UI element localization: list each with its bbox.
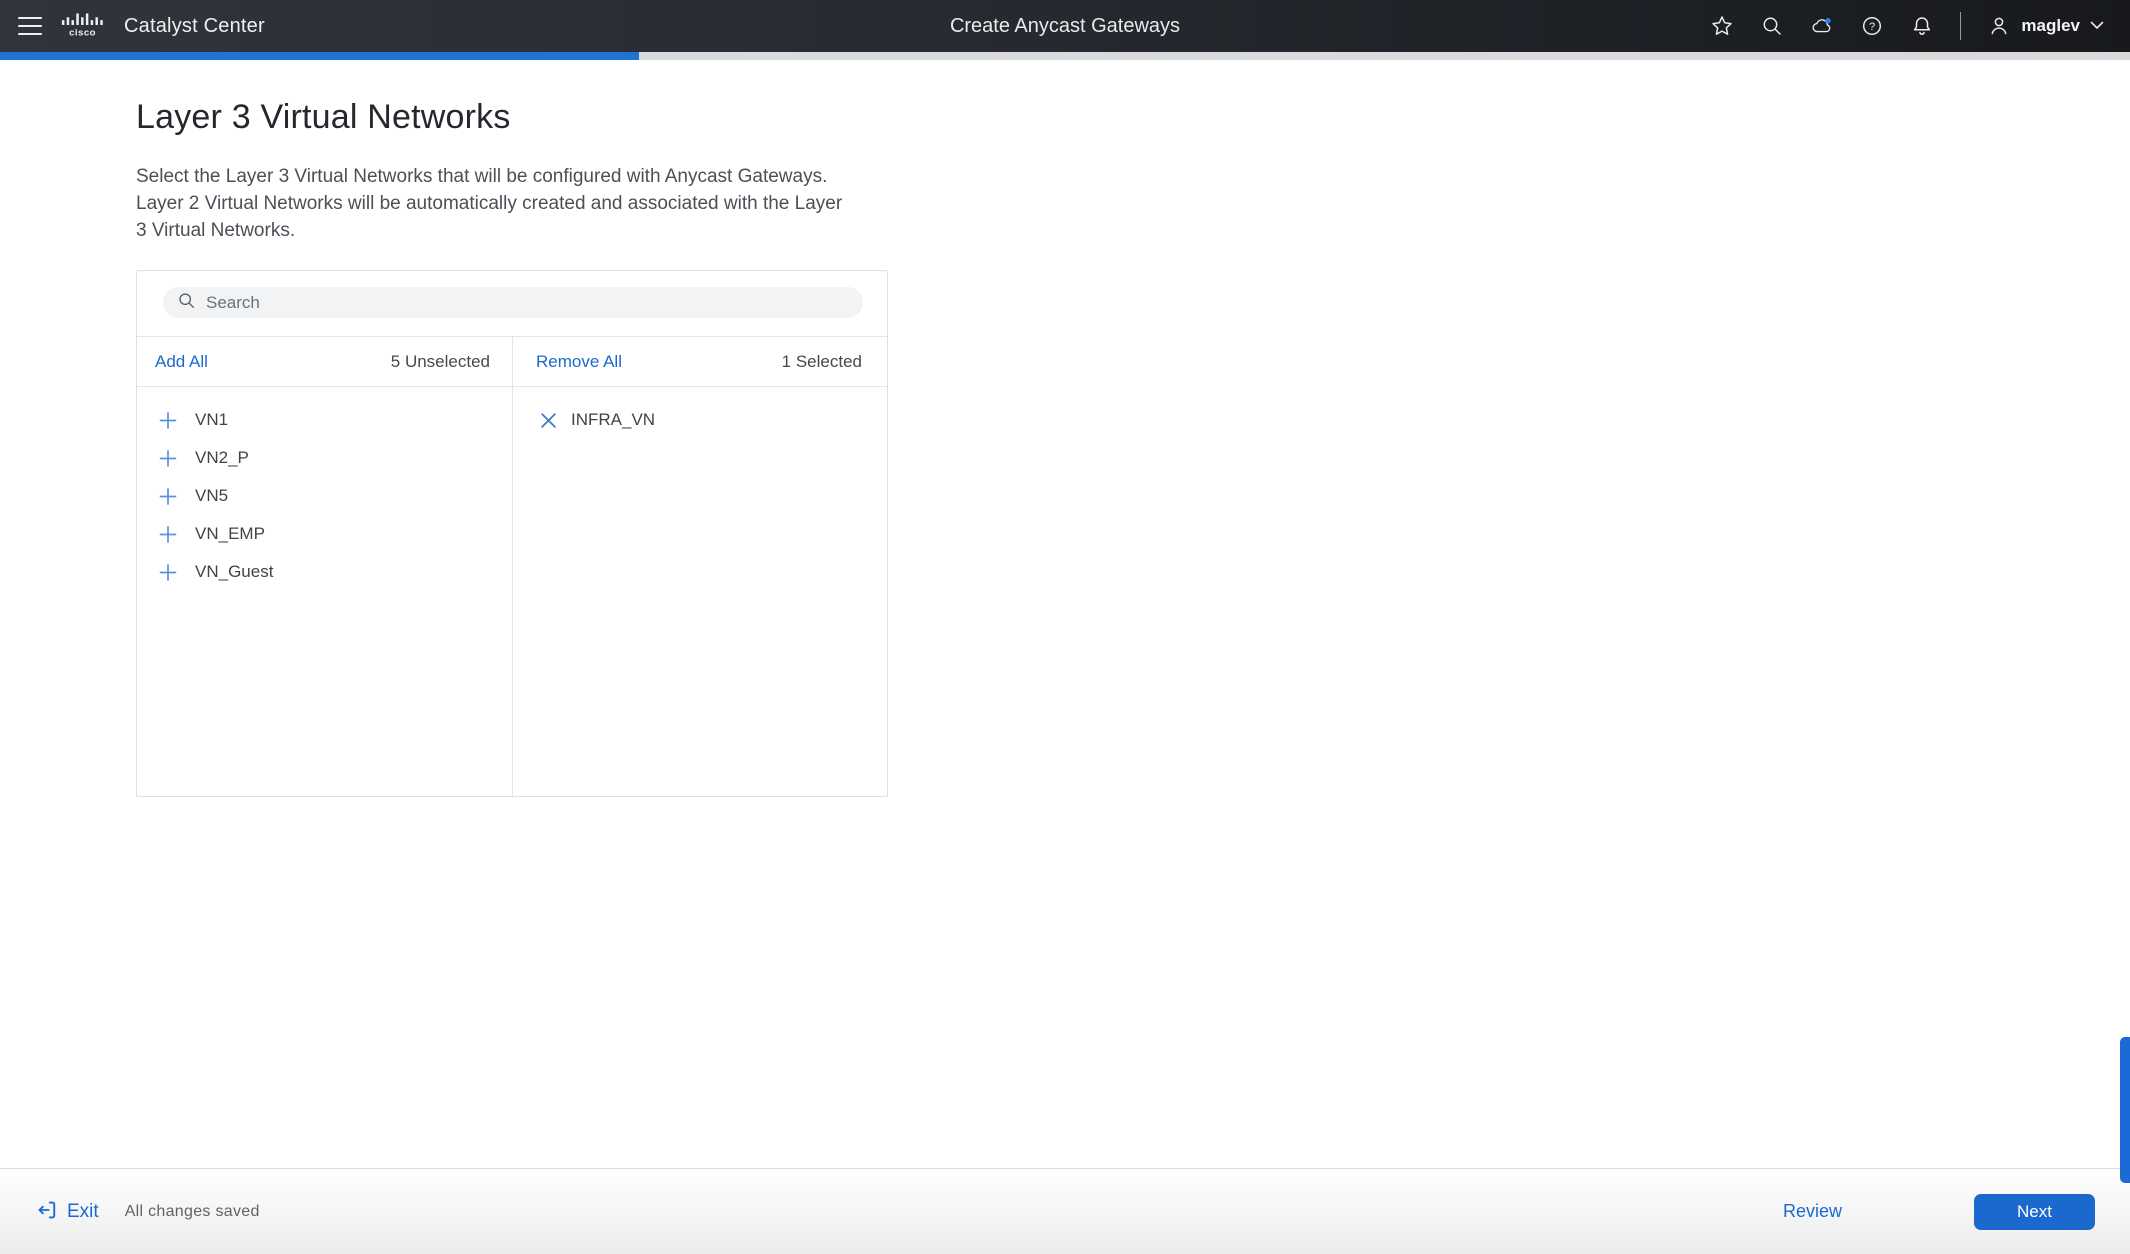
user-menu[interactable]: maglev [1987,14,2104,38]
exit-button[interactable]: Exit [36,1199,99,1224]
vn-name: VN_Guest [195,562,274,581]
svg-text:cisco: cisco [69,27,96,38]
user-icon [1987,14,2011,38]
vn-list-item[interactable]: VN1 [137,401,512,439]
svg-text:?: ? [1869,21,1875,33]
wizard-footer: Exit All changes saved Review Next [0,1168,2130,1254]
description-line: 3 Virtual Networks. [136,220,296,241]
vn-name: VN_EMP [195,524,265,543]
add-all-button[interactable]: Add All [155,352,208,372]
top-bar-left: cisco Catalyst Center [0,9,265,44]
vn-list-item[interactable]: INFRA_VN [513,401,887,439]
vn-transfer-card: Add All 5 Unselected [136,270,888,798]
exit-label: Exit [67,1200,99,1222]
menu-icon[interactable] [18,17,42,35]
header-divider [1960,12,1962,40]
transfer-columns: Add All 5 Unselected VN1 VN2_P VN5 VN_EM… [137,336,887,798]
chevron-down-icon [2090,17,2104,35]
footer-right: Review Next [1783,1169,2095,1254]
vn-name: VN2_P [195,448,249,467]
exit-door-icon [36,1199,58,1224]
top-bar-actions: ? maglev [1710,12,2104,40]
description-line: Select the Layer 3 Virtual Networks that… [136,166,828,187]
vn-list-item[interactable]: VN_EMP [137,515,512,553]
app-window: cisco Catalyst Center Create Anycast Gat… [0,0,2130,1254]
selected-column: Remove All 1 Selected INFRA_VN [513,337,887,798]
next-button[interactable]: Next [1974,1193,2095,1230]
remove-all-button[interactable]: Remove All [536,352,622,372]
page-title: Layer 3 Virtual Networks [136,98,511,136]
selected-count: 1 Selected [781,351,862,371]
unselected-count: 5 Unselected [390,351,490,371]
help-icon[interactable]: ? [1860,14,1884,38]
favorites-star-icon[interactable] [1710,14,1734,38]
selected-vn-list: INFRA_VN [513,387,887,439]
scrollbar-thumb[interactable] [2120,1037,2130,1183]
brand-title: Catalyst Center [124,14,265,37]
add-plus-icon[interactable] [159,487,177,505]
add-plus-icon[interactable] [159,563,177,581]
top-bar: cisco Catalyst Center Create Anycast Gat… [0,0,2130,52]
save-status-text: All changes saved [124,1202,260,1220]
wizard-progress-bar [0,52,2130,60]
add-plus-icon[interactable] [159,449,177,467]
vn-name: INFRA_VN [571,410,656,429]
vn-list-item[interactable]: VN2_P [137,439,512,477]
notifications-bell-icon[interactable] [1910,14,1934,38]
search-icon[interactable] [1760,14,1784,38]
vn-list-item[interactable]: VN5 [137,477,512,515]
add-plus-icon[interactable] [159,411,177,429]
wizard-progress-fill [0,52,639,60]
page-description: Select the Layer 3 Virtual Networks that… [136,163,842,244]
add-plus-icon[interactable] [159,525,177,543]
unselected-vn-list: VN1 VN2_P VN5 VN_EMP VN_Guest [137,387,512,591]
cisco-logo-icon: cisco [60,9,106,44]
search-input[interactable] [206,292,849,313]
unselected-column: Add All 5 Unselected VN1 VN2_P VN5 VN_EM… [137,337,513,798]
remove-x-icon[interactable] [539,411,557,429]
description-line: Layer 2 Virtual Networks will be automat… [136,193,843,214]
username: maglev [2021,16,2080,35]
vn-name: VN5 [195,486,229,505]
search-magnifier-icon [177,291,196,315]
cloud-status-icon[interactable] [1810,14,1834,38]
unselected-column-header: Add All 5 Unselected [137,337,512,387]
vn-name: VN1 [195,410,229,429]
selected-column-header: Remove All 1 Selected [513,337,887,387]
review-button[interactable]: Review [1783,1201,1842,1222]
footer-left: Exit All changes saved [36,1169,260,1254]
search-box [163,287,863,318]
vn-list-item[interactable]: VN_Guest [137,553,512,591]
